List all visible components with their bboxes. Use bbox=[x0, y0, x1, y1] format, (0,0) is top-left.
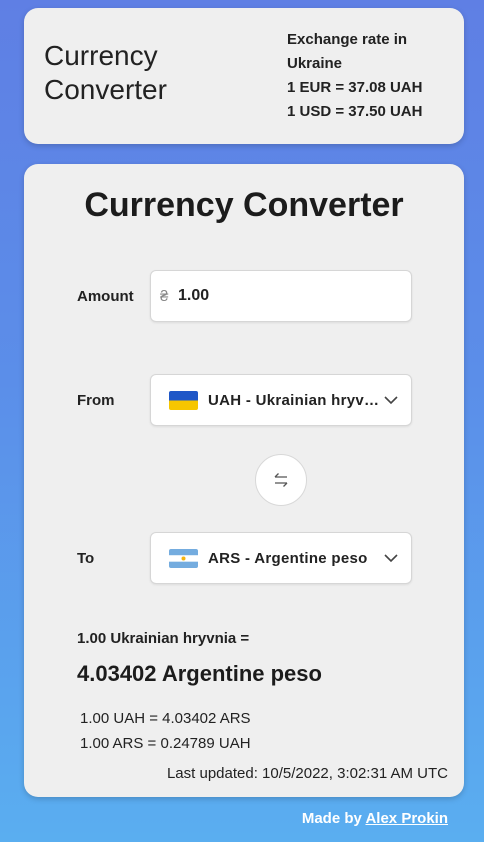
ukraine-flag-icon bbox=[169, 390, 198, 410]
rates-title: Exchange rate in Ukraine bbox=[287, 31, 408, 72]
made-by-label: Made by bbox=[301, 810, 362, 827]
result-prefix: 1.00 Ukrainian hryvnia = bbox=[77, 630, 250, 647]
to-label: To bbox=[77, 550, 95, 567]
chevron-down-icon bbox=[384, 396, 398, 405]
argentina-flag-icon bbox=[169, 548, 198, 568]
from-label: From bbox=[77, 392, 115, 409]
amount-value[interactable]: 1.00 bbox=[178, 287, 209, 305]
chevron-down-icon bbox=[384, 554, 398, 563]
swap-arrows-icon bbox=[274, 473, 288, 487]
from-currency-select[interactable]: UAH - Ukrainian hryvnia bbox=[150, 374, 412, 426]
swap-currencies-button[interactable] bbox=[255, 454, 307, 506]
last-updated: Last updated: 10/5/2022, 3:02:31 AM UTC bbox=[166, 765, 448, 782]
author-link[interactable]: Alex Prokin bbox=[365, 810, 448, 827]
converter-title: Currency Converter bbox=[84, 186, 404, 224]
converter-card: Currency Converter Amount ₴ 1.00 From UA… bbox=[24, 164, 464, 797]
to-currency-value: ARS - Argentine peso bbox=[208, 549, 368, 567]
to-currency-select[interactable]: ARS - Argentine peso bbox=[150, 532, 412, 584]
amount-input[interactable]: ₴ 1.00 bbox=[150, 270, 412, 322]
header-card: Currency Converter Exchange rate in Ukra… bbox=[24, 8, 464, 144]
from-currency-value: UAH - Ukrainian hryvnia bbox=[208, 391, 384, 409]
exchange-rates: Exchange rate in Ukraine 1 EUR = 37.08 U… bbox=[287, 28, 447, 124]
app-title: Currency Converter bbox=[44, 40, 167, 105]
hryvnia-symbol-icon: ₴ bbox=[160, 287, 169, 305]
eur-rate: 1 EUR = 37.08 UAH bbox=[287, 79, 423, 96]
footer: Made by Alex Prokin bbox=[302, 810, 448, 827]
rate-reverse: 1.00 ARS = 0.24789 UAH bbox=[80, 735, 251, 752]
result-value: 4.03402 Argentine peso bbox=[77, 661, 322, 686]
rate-forward: 1.00 UAH = 4.03402 ARS bbox=[80, 710, 251, 727]
amount-label: Amount bbox=[77, 288, 134, 305]
usd-rate: 1 USD = 37.50 UAH bbox=[287, 103, 423, 120]
